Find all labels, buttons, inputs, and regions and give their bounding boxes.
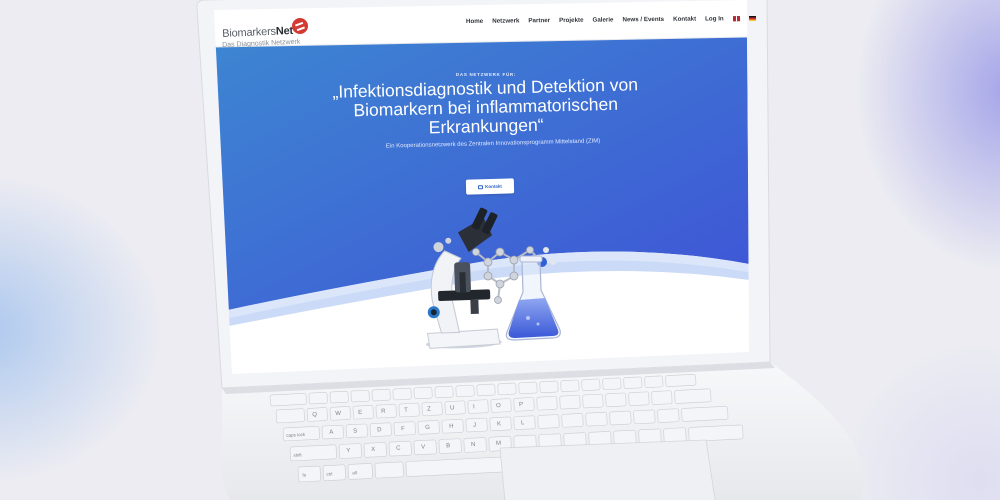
logo-mark-icon — [292, 18, 308, 34]
key-label: Q — [312, 412, 317, 418]
modifier-key-label: shift — [293, 452, 302, 457]
key-label: K — [497, 421, 501, 427]
nav-item-netzwerk[interactable]: Netzwerk — [492, 17, 519, 31]
hero-eyebrow: DAS NETZWERK FÜR: — [455, 72, 517, 77]
key-label: W — [335, 411, 341, 417]
logo-text: BiomarkersNet — [222, 24, 294, 40]
modifier-key-label: ctrl — [326, 471, 332, 476]
key-label: G — [425, 425, 430, 431]
key-label: E — [358, 410, 362, 416]
key-label: A — [329, 430, 333, 436]
nav-item-home[interactable]: Home — [466, 18, 483, 32]
trackpad — [499, 439, 716, 500]
nav-item-kontakt[interactable]: Kontakt — [673, 16, 696, 30]
key-label: P — [519, 402, 523, 408]
key-label: X — [371, 447, 375, 453]
key-label: F — [401, 426, 405, 432]
modifier-key-label: caps lock — [286, 432, 306, 438]
key-label: Z — [427, 406, 431, 412]
logo-tagline: Das Diagnostik Netzwerk — [222, 38, 301, 49]
flag-de-icon[interactable] — [748, 15, 756, 22]
nav-item-partner[interactable]: Partner — [528, 17, 550, 31]
hero-headline: „Infektionsdiagnostik und Detektion von … — [332, 74, 639, 138]
key-label: S — [353, 428, 357, 434]
key-label: T — [404, 408, 408, 414]
key-label: Y — [346, 448, 350, 454]
key-label: O — [496, 403, 501, 409]
nav-item-login[interactable]: Log In — [705, 15, 724, 29]
key-label: V — [421, 444, 425, 450]
site-logo[interactable]: BiomarkersNet Das Diagnostik Netzwerk — [222, 18, 332, 56]
flag-uk-icon[interactable] — [732, 16, 740, 22]
key-label: M — [496, 441, 501, 447]
nav-item-galerie[interactable]: Galerie — [592, 16, 613, 30]
key-label: B — [446, 443, 450, 449]
key-label: U — [450, 405, 455, 411]
contact-button[interactable]: Kontakt — [465, 178, 515, 195]
contact-button-label: Kontakt — [485, 183, 502, 190]
mail-icon — [478, 184, 484, 189]
key-label: H — [449, 424, 454, 430]
nav-item-news-events[interactable]: News / Events — [622, 16, 664, 30]
key-label: J — [473, 423, 476, 429]
key-label: N — [471, 442, 476, 448]
nav-item-projekte[interactable]: Projekte — [559, 17, 584, 31]
